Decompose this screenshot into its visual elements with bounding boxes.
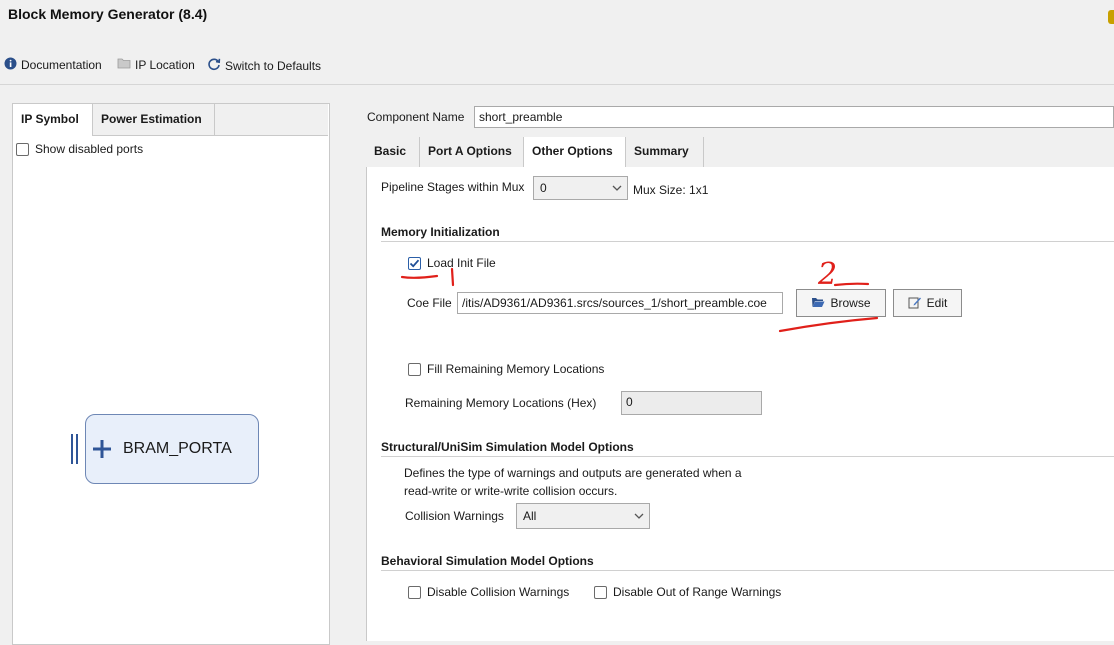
underline-mark-2-base xyxy=(833,282,870,287)
annotation-overlay-2 xyxy=(833,282,870,287)
